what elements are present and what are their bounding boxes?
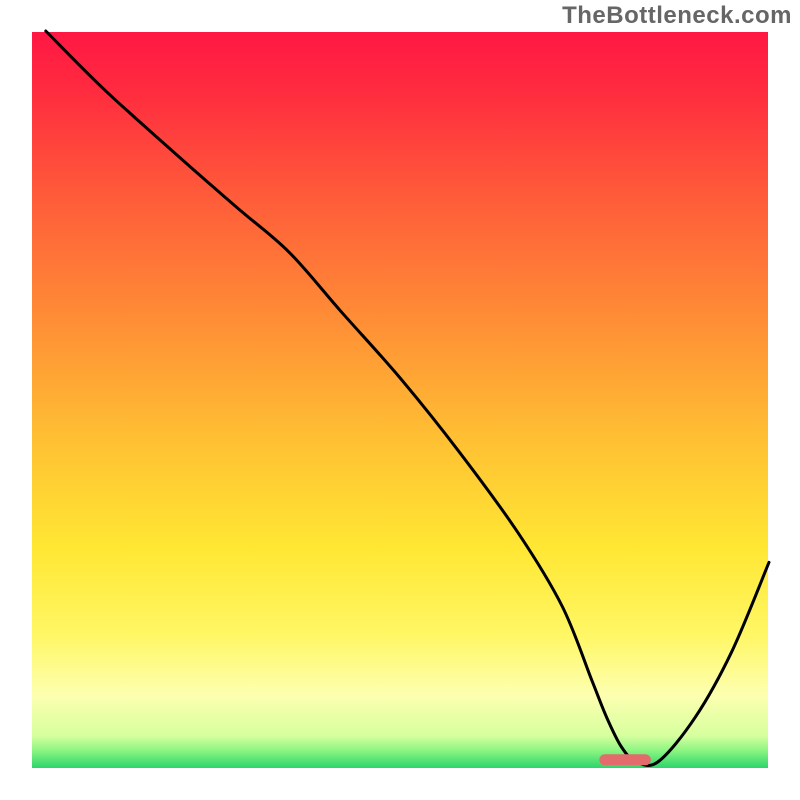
- optimal-marker: [599, 754, 651, 765]
- bottleneck-chart: [0, 0, 800, 800]
- watermark-label: TheBottleneck.com: [562, 2, 792, 30]
- chart-container: TheBottleneck.com: [0, 0, 800, 800]
- plot-background: [31, 31, 769, 769]
